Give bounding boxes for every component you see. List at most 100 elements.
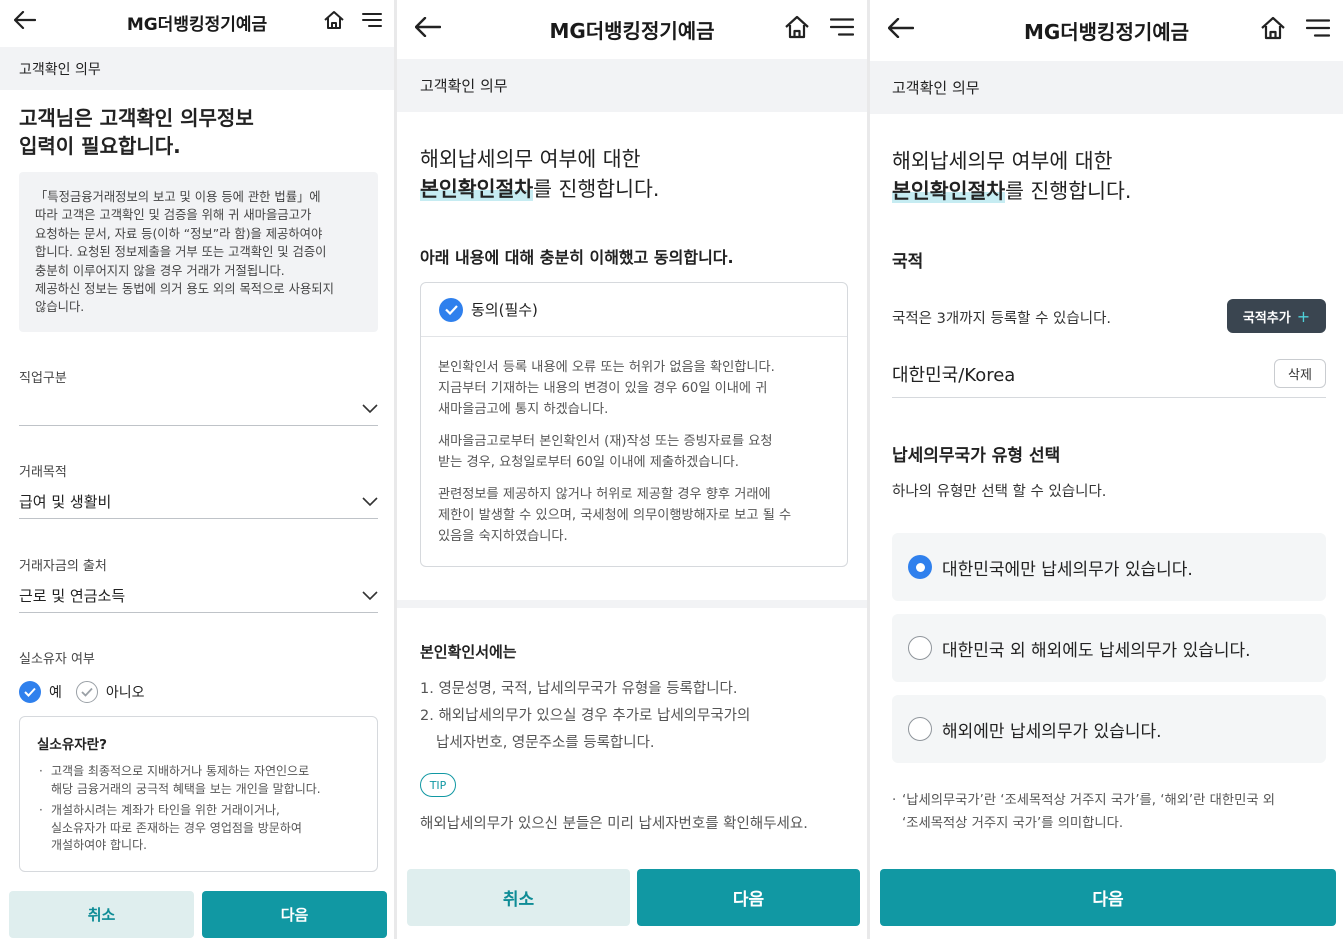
nationality-desc: 국적은 3개까지 등록할 수 있습니다. — [892, 311, 1112, 327]
chevron-down-icon — [362, 493, 378, 511]
next-button[interactable]: 다음 — [637, 869, 860, 926]
option-korea-and-abroad[interactable]: 대한민국 외 해외에도 납세의무가 있습니다. — [892, 614, 1326, 682]
intro-line: 해외납세의무 여부에 대한 — [892, 149, 1113, 173]
add-nationality-label: 국적추가 — [1242, 310, 1291, 326]
agree-terms: 본인확인서 등록 내용에 오류 또는 허위가 없음을 확인합니다. 지금부터 기… — [421, 337, 847, 547]
owner-yes-label[interactable]: 예 — [49, 682, 62, 702]
owner-yes-checkbox[interactable] — [19, 681, 41, 703]
menu-icon[interactable] — [1305, 19, 1331, 42]
heading-line: 고객님은 고객확인 의무정보 — [19, 106, 254, 130]
home-icon[interactable] — [1260, 16, 1286, 44]
tip-text: 해외납세의무가 있으신 분들은 미리 납세자번호를 확인해두세요. — [420, 816, 808, 832]
nationality-row: 대한민국/Korea — [892, 346, 1326, 398]
radio-selected[interactable] — [908, 555, 932, 579]
check-icon — [444, 305, 458, 315]
intro-line: 본인확인절차를 진행합니다. — [420, 174, 659, 204]
cancel-button[interactable]: 취소 — [9, 891, 194, 938]
footnote-line: ‘조세목적상 거주지 국가’를 의미합니다. — [902, 816, 1124, 831]
cancel-button[interactable]: 취소 — [407, 869, 630, 926]
cert-list: 1. 영문성명, 국적, 납세의무국가 유형을 등록합니다. 2. 해외납세의무… — [420, 676, 750, 757]
option-label: 대한민국에만 납세의무가 있습니다. — [942, 559, 1193, 580]
option-label: 해외에만 납세의무가 있습니다. — [942, 721, 1162, 742]
app-header: MG더뱅킹정기예금 — [397, 0, 867, 58]
fund-source-label: 거래자금의 출처 — [19, 559, 107, 574]
notice-line: 따라 고객은 고객확인 및 검증을 위해 귀 새마을금고가 — [35, 208, 312, 223]
owner-label: 실소유자 여부 — [19, 652, 95, 667]
app-header: MG더뱅킹정기예금 — [870, 0, 1343, 60]
list-line: 해당 금융거래의 궁극적 혜택을 보는 개인을 말합니다. — [51, 781, 321, 796]
agree-checkbox[interactable] — [439, 297, 463, 322]
bullet: · — [892, 793, 897, 808]
home-icon[interactable] — [784, 15, 810, 43]
radio-unselected[interactable] — [908, 717, 932, 741]
menu-icon[interactable] — [362, 12, 382, 32]
notice-line: 않습니다. — [35, 300, 85, 315]
tax-type-desc: 하나의 유형만 선택 할 수 있습니다. — [892, 484, 1107, 500]
purpose-value: 급여 및 생활비 — [19, 493, 112, 511]
intro-line: 본인확인절차를 진행합니다. — [892, 176, 1131, 206]
section-header: 고객확인 의무 — [0, 47, 394, 90]
list-item: 2. 해외납세의무가 있으실 경우 추가로 납세의무국가의 납세자번호, 영문주… — [420, 703, 750, 757]
app-header: MG더뱅킹정기예금 — [0, 0, 394, 44]
fund-source-select[interactable]: 근로 및 연금소득 — [19, 579, 378, 613]
list-line: 개설하시려는 계좌가 타인을 위한 거래이거나, — [51, 803, 280, 817]
terms-line: 관련정보를 제공하지 않거나 허위로 제공할 경우 향후 거래에 — [438, 487, 771, 502]
terms-line: 받는 경우, 요청일로부터 60일 이내에 제출하겠습니다. — [438, 455, 739, 470]
check-icon — [24, 687, 36, 697]
delete-nationality-button[interactable]: 삭제 — [1274, 359, 1326, 388]
terms-line: 새마을금고로부터 본인확인서 (재)작성 또는 증빙자료를 요청 — [438, 434, 773, 449]
terms-paragraph: 새마을금고로부터 본인확인서 (재)작성 또는 증빙자료를 요청 받는 경우, … — [438, 431, 831, 473]
terms-line: 본인확인서 등록 내용에 오류 또는 허위가 없음을 확인합니다. — [438, 360, 775, 375]
owner-info-box: 실소유자란? · 고객을 최종적으로 지배하거나 통제하는 자연인으로 해당 금… — [19, 716, 378, 872]
chevron-down-icon — [362, 400, 378, 418]
nationality-value: 대한민국/Korea — [892, 365, 1016, 386]
option-korea-only[interactable]: 대한민국에만 납세의무가 있습니다. — [892, 533, 1326, 601]
terms-line: 새마을금고에 통지 하겠습니다. — [438, 402, 609, 417]
section-header: 고객확인 의무 — [870, 61, 1343, 114]
bullet: · — [39, 764, 43, 778]
heading-line: 입력이 필요합니다. — [19, 134, 181, 158]
list-item: · 개설하시려는 계좌가 타인을 위한 거래이거나, 실소유자가 따로 존재하는… — [37, 802, 363, 855]
list-line: 고객을 최종적으로 지배하거나 통제하는 자연인으로 — [51, 764, 310, 778]
tax-type-title: 납세의무국가 유형 선택 — [892, 446, 1061, 466]
agree-checkbox-label[interactable]: 동의(필수) — [471, 299, 538, 320]
owner-choice: 예 아니오 — [19, 681, 145, 703]
home-icon[interactable] — [323, 10, 345, 34]
terms-paragraph: 관련정보를 제공하지 않거나 허위로 제공할 경우 향후 거래에 제한이 발생할… — [438, 484, 831, 547]
list-line: 실소유자가 따로 존재하는 경우 영업점을 방문하여 — [51, 820, 302, 835]
intro-highlight: 본인확인절차 — [420, 177, 534, 201]
next-button[interactable]: 다음 — [880, 869, 1336, 926]
menu-icon[interactable] — [829, 18, 855, 41]
check-icon — [81, 687, 93, 697]
occupation-select[interactable] — [19, 392, 378, 426]
list-line: 납세자번호, 영문주소를 등록합니다. — [436, 735, 655, 751]
owner-no-checkbox[interactable] — [75, 681, 98, 703]
purpose-select[interactable]: 급여 및 생활비 — [19, 485, 378, 519]
list-line: 개설하여야 합니다. — [51, 838, 147, 852]
notice-line: 충분히 이루어지지 않을 경우 거래가 거절됩니다. — [35, 263, 285, 278]
option-label: 대한민국 외 해외에도 납세의무가 있습니다. — [942, 640, 1251, 661]
terms-paragraph: 본인확인서 등록 내용에 오류 또는 허위가 없음을 확인합니다. 지금부터 기… — [438, 357, 831, 420]
divider — [397, 600, 867, 608]
option-abroad-only[interactable]: 해외에만 납세의무가 있습니다. — [892, 695, 1326, 763]
purpose-label: 거래목적 — [19, 465, 67, 480]
intro-line: 해외납세의무 여부에 대한 — [420, 147, 641, 171]
notice-line: 「특정금융거래정보의 보고 및 이용 등에 관한 법률」에 — [35, 190, 321, 204]
notice-line: 요청하는 문서, 자료 등(이하 “정보”라 함)을 제공하여야 — [35, 226, 323, 241]
plus-icon: + — [1296, 306, 1311, 326]
intro-text: 해외납세의무 여부에 대한 본인확인절차를 진행합니다. — [420, 144, 659, 204]
legal-notice: 「특정금융거래정보의 보고 및 이용 등에 관한 법률」에 따라 고객은 고객확… — [19, 172, 378, 332]
list-item: · 고객을 최종적으로 지배하거나 통제하는 자연인으로 해당 금융거래의 궁극… — [37, 763, 363, 798]
section-header: 고객확인 의무 — [397, 59, 867, 112]
next-button[interactable]: 다음 — [202, 891, 387, 938]
screen-tax-country: MG더뱅킹정기예금 고객확인 의무 해외납세의무 여부에 대한 본인확인절차를 … — [870, 0, 1343, 939]
owner-no-label[interactable]: 아니오 — [106, 682, 145, 702]
notice-line: 합니다. 요청된 정보제출을 거부 또는 고객확인 및 검증이 — [35, 245, 327, 260]
notice-line: 제공하신 정보는 동법에 의거 용도 외의 목적으로 사용되지 — [35, 282, 334, 297]
add-nationality-button[interactable]: 국적추가 + — [1227, 299, 1326, 333]
terms-line: 제한이 발생할 수 있으며, 국세청에 의무이행방해자로 보고 될 수 — [438, 508, 792, 523]
page-heading: 고객님은 고객확인 의무정보 입력이 필요합니다. — [19, 104, 254, 160]
agree-checkbox-row[interactable]: 동의(필수) — [421, 283, 847, 337]
radio-unselected[interactable] — [908, 636, 932, 660]
agree-heading: 아래 내용에 대해 충분히 이해했고 동의합니다. — [420, 248, 734, 267]
